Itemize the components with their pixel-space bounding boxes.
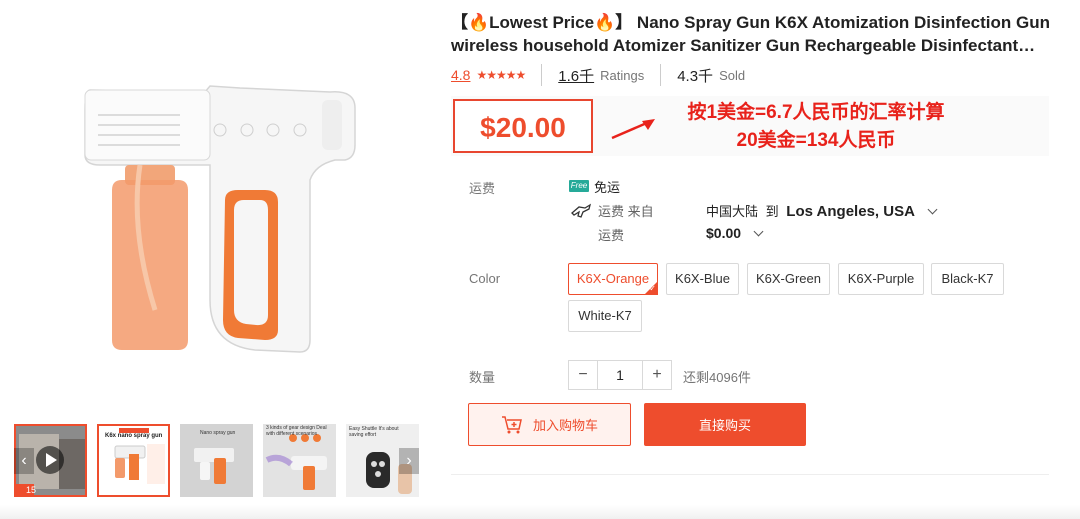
- thumbnail-5-title: Easy Shuttle It's about saving effort: [349, 426, 399, 438]
- rating-divider: [541, 64, 543, 86]
- thumbnail-3[interactable]: Nano spray gun: [180, 424, 253, 497]
- ratings-count[interactable]: 1.6千: [558, 65, 594, 86]
- product-main-image[interactable]: [60, 70, 380, 370]
- variant-label: K6X-Blue: [675, 271, 730, 286]
- variant-label: Black-K7: [941, 271, 994, 286]
- quantity-label: 数量: [469, 370, 496, 385]
- variant-label: K6X-Purple: [847, 271, 915, 286]
- shipping-origin: 中国大陆: [706, 204, 759, 219]
- thumbnail-strip: 15 K6x nano spray gun Nano spray gun 3 k…: [14, 424, 419, 497]
- truck-icon: [571, 203, 591, 218]
- variant-k6x-blue[interactable]: K6X-Blue: [666, 263, 739, 295]
- thumbnail-3-title: Nano spray gun: [200, 430, 236, 436]
- shipping-destination: Los Angeles, USA: [786, 203, 915, 220]
- sold-label: Sold: [719, 67, 746, 83]
- exchange-rate-line1: 按1美金=6.7人民币的汇率计算: [687, 102, 945, 123]
- shipping-cost-selector[interactable]: $0.00: [706, 225, 764, 241]
- buy-now-label: 直接购买: [698, 418, 751, 433]
- stock-remaining: 还剩4096件: [683, 370, 751, 385]
- quantity-stepper: − 1 +: [568, 360, 672, 390]
- free-shipping-icon: Free: [569, 180, 589, 192]
- shipping-to-word: 到: [765, 204, 779, 219]
- section-divider: [451, 474, 1049, 475]
- check-icon: ✓: [649, 284, 656, 293]
- variant-label: K6X-Green: [755, 271, 822, 286]
- thumbnail-4[interactable]: 3 kinds of gear design Deal with differe…: [263, 424, 336, 497]
- chevron-down-icon: [927, 204, 937, 215]
- add-to-cart-label: 加入购物车: [532, 418, 598, 433]
- bottom-fade: [0, 505, 1080, 519]
- shipping-cost-label: 运费: [598, 228, 625, 243]
- shipping-from-label: 运费 来自: [598, 204, 654, 219]
- color-label: Color: [469, 271, 501, 286]
- rating-value[interactable]: 4.8: [451, 67, 470, 83]
- thumbnail-2[interactable]: K6x nano spray gun: [97, 424, 170, 497]
- product-title-line2: wireless household Atomizer Sanitizer Gu…: [451, 36, 1036, 55]
- rating-row: 4.8 ★★★★★ 1.6千 Ratings 4.3千 Sold: [451, 64, 745, 86]
- rating-stars-icon: ★★★★★: [476, 68, 526, 82]
- thumbnail-prev-arrow[interactable]: ‹: [14, 448, 34, 474]
- product-title: 【🔥Lowest Price🔥】 Nano Spray Gun K6X Atom…: [451, 11, 1061, 57]
- thumbnail-next-arrow[interactable]: ›: [399, 448, 419, 474]
- shipping-label: 运费: [469, 181, 496, 196]
- variant-white-k7[interactable]: White-K7: [568, 300, 642, 332]
- exchange-rate-line2: 20美金=134人民币: [736, 130, 896, 151]
- exchange-rate-note: 按1美金=6.7人民币的汇率计算 20美金=134人民币: [641, 99, 991, 155]
- variant-k6x-orange[interactable]: K6X-Orange ✓: [568, 263, 658, 295]
- variant-black-k7[interactable]: Black-K7: [931, 263, 1004, 295]
- quantity-decrease-button[interactable]: −: [569, 361, 597, 389]
- quantity-increase-button[interactable]: +: [643, 361, 671, 389]
- shipping-cost: $0.00: [706, 225, 742, 241]
- price-block: $20.00 按1美金=6.7人民币的汇率计算 20美金=134人民币: [451, 96, 1049, 156]
- buy-now-button[interactable]: 直接购买: [644, 403, 806, 446]
- thumbnail-2-title: K6x nano spray gun: [105, 433, 163, 439]
- cart-plus-icon: [501, 415, 522, 433]
- variant-k6x-purple[interactable]: K6X-Purple: [838, 263, 924, 295]
- sold-divider: [660, 64, 662, 86]
- variant-label: K6X-Orange: [576, 271, 650, 286]
- quantity-input[interactable]: 1: [597, 361, 643, 389]
- ratings-label: Ratings: [600, 67, 645, 83]
- free-shipping-text: 免运: [594, 180, 621, 195]
- variant-label: White-K7: [578, 308, 632, 323]
- product-title-line1: 【🔥Lowest Price🔥】 Nano Spray Gun K6X Atom…: [451, 13, 1050, 32]
- thumbnail-4-title: 3 kinds of gear design Deal with differe…: [266, 425, 327, 437]
- price-highlight-box: $20.00: [453, 99, 593, 153]
- add-to-cart-button[interactable]: 加入购物车: [468, 403, 631, 446]
- product-price: $20.00: [480, 112, 566, 143]
- chevron-down-icon: [753, 226, 764, 237]
- video-duration-badge: 15: [26, 485, 37, 495]
- sold-count: 4.3千: [677, 67, 714, 85]
- variant-k6x-green[interactable]: K6X-Green: [747, 263, 830, 295]
- shipping-destination-selector[interactable]: 中国大陆 到 Los Angeles, USA: [706, 201, 937, 220]
